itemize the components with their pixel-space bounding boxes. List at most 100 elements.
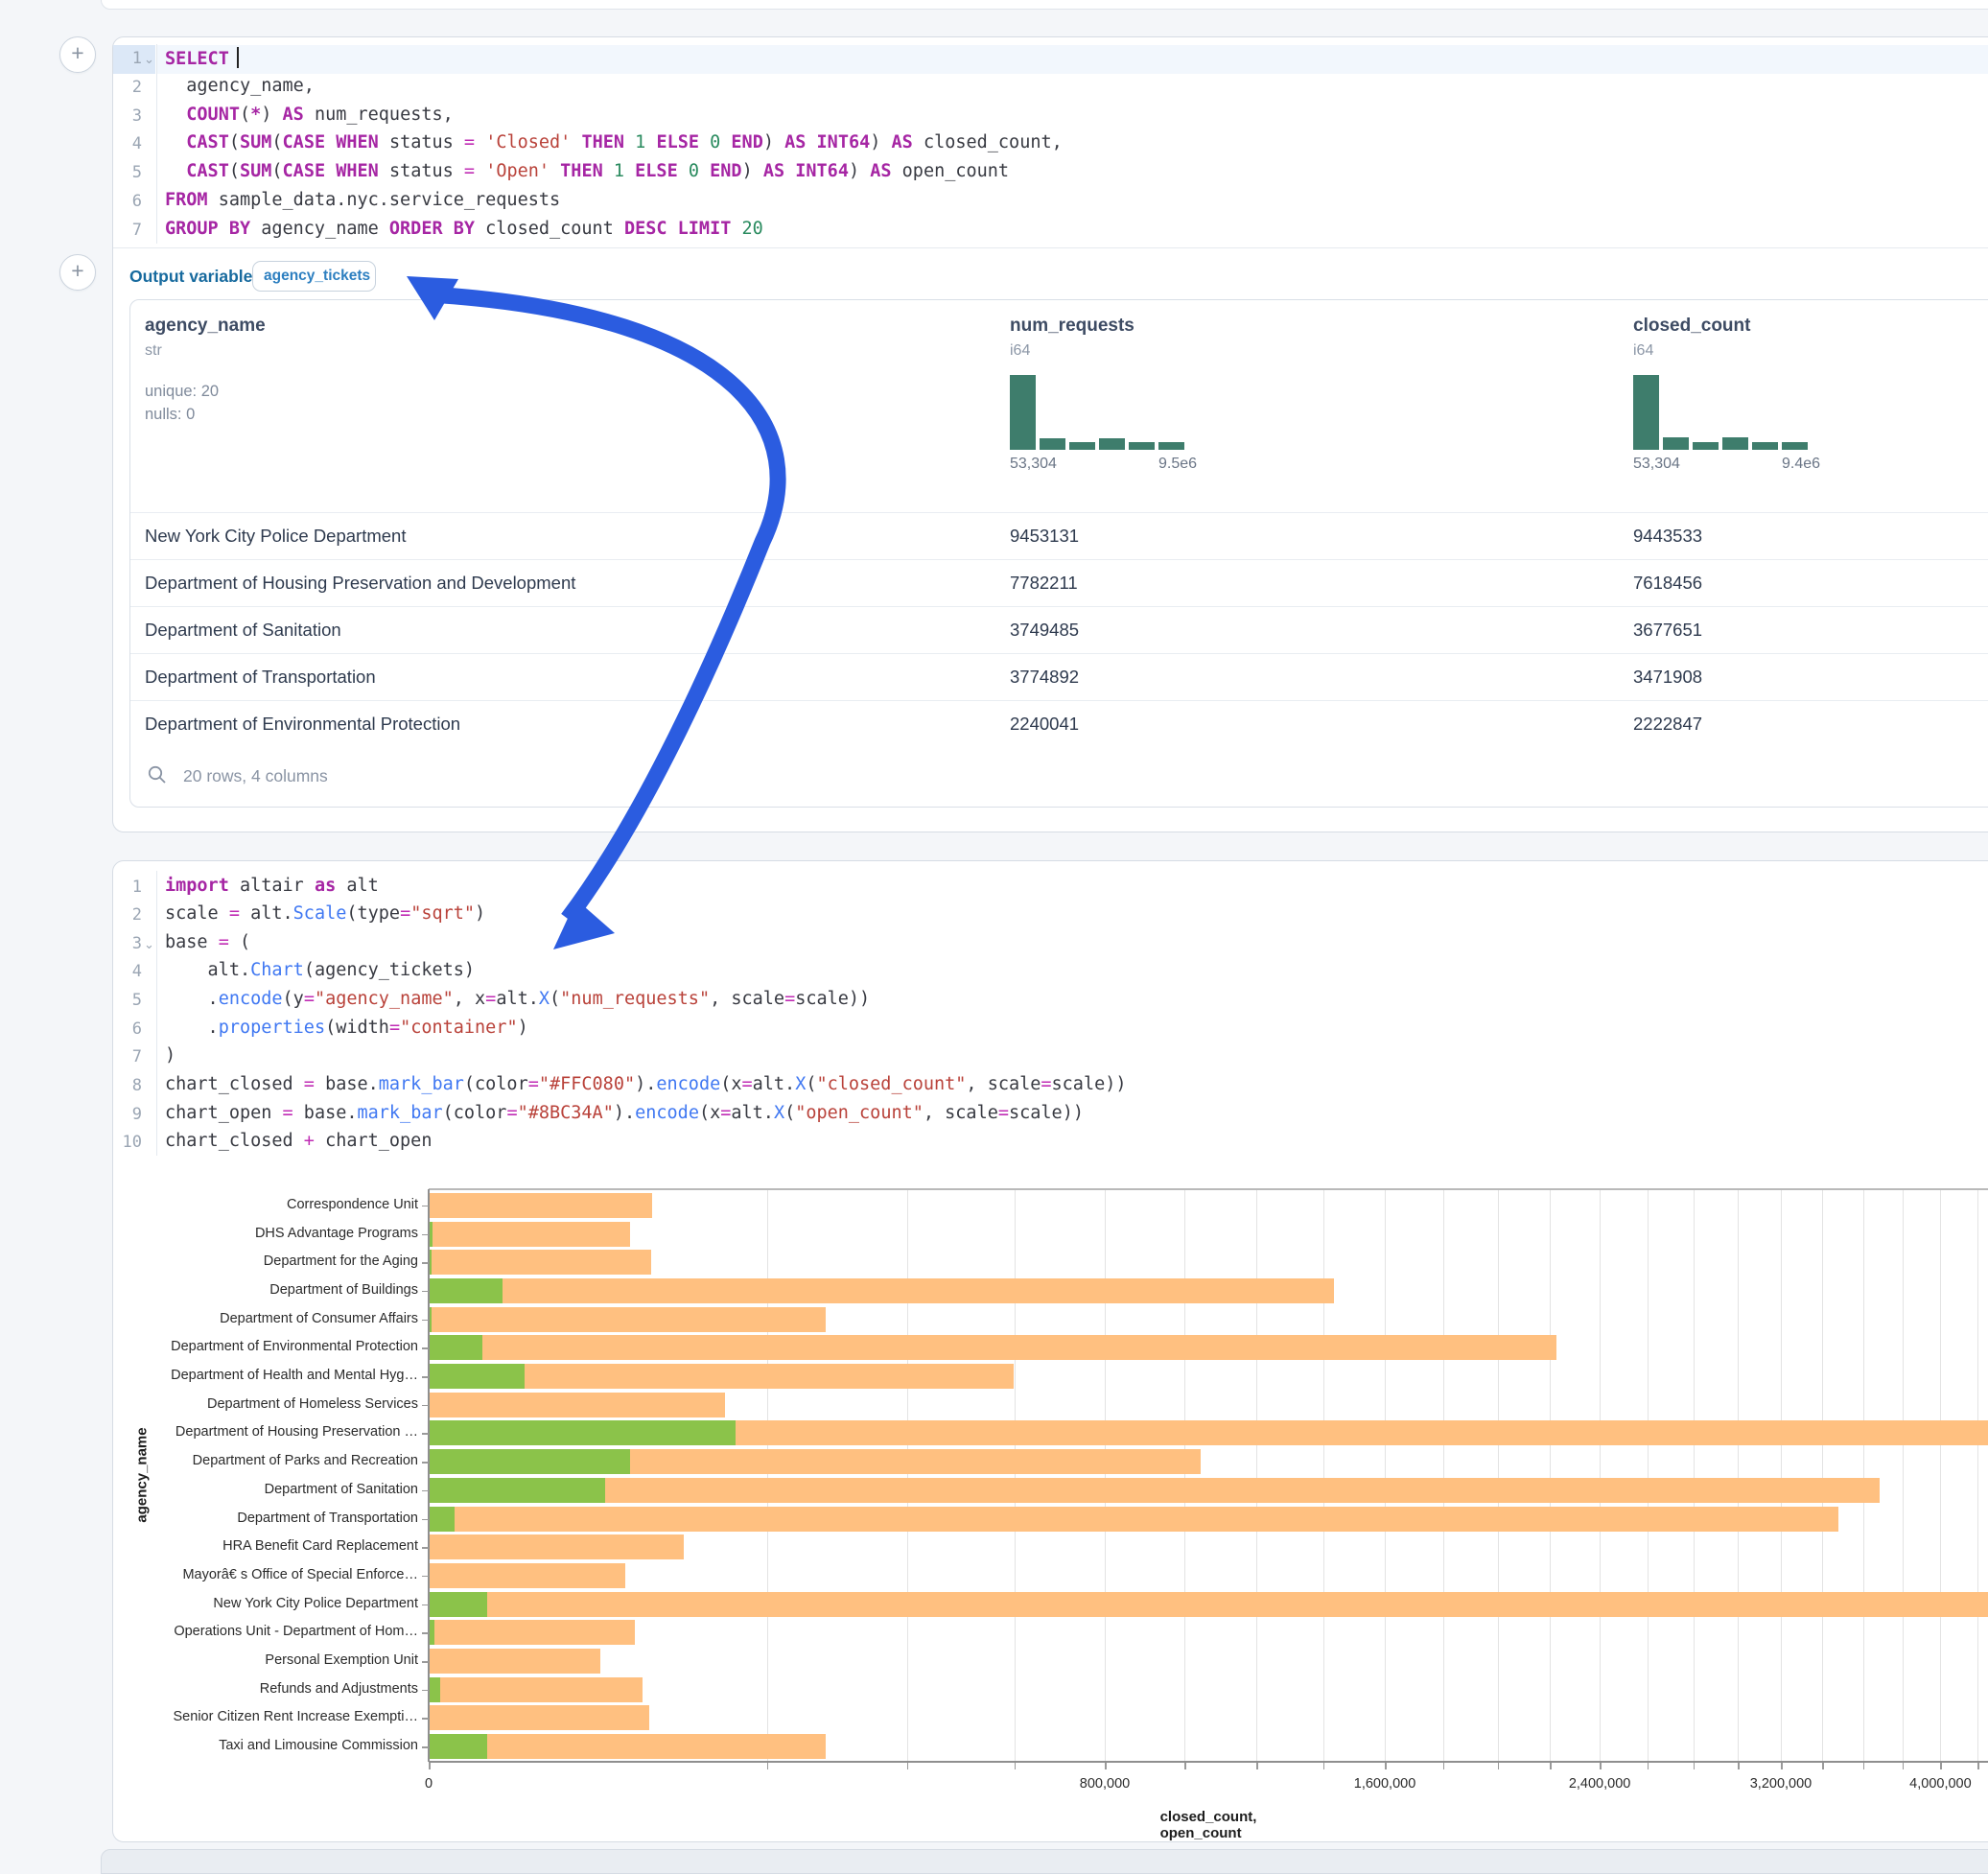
fold-chevron-icon[interactable]: ⌄ [144, 937, 154, 952]
y-axis-tick [422, 1433, 429, 1435]
y-axis-tick [422, 1234, 429, 1236]
code-line[interactable]: CAST(SUM(CASE WHEN status = 'Open' THEN … [165, 161, 1009, 181]
column-header-num-requests[interactable]: num_requests [1010, 316, 1134, 337]
table-row[interactable]: Department of Environmental Protection22… [130, 700, 1988, 748]
line-number: 3 [109, 934, 142, 953]
histogram-bar [1158, 442, 1184, 450]
fold-chevron-icon[interactable]: ⌄ [144, 52, 154, 67]
code-line[interactable]: scale = alt.Scale(type="sqrt") [165, 903, 485, 924]
x-axis-tick [1694, 1763, 1696, 1769]
add-cell-button[interactable]: + [59, 36, 96, 73]
column-type: i64 [1633, 342, 1653, 360]
x-axis-tick [1940, 1763, 1942, 1769]
x-axis-tick [1648, 1763, 1649, 1769]
table-row[interactable]: Department of Sanitation37494853677651 [130, 606, 1988, 654]
code-line[interactable]: FROM sample_data.nyc.service_requests [165, 190, 560, 210]
x-axis-tick [429, 1763, 431, 1769]
code-line[interactable]: chart_closed + chart_open [165, 1131, 432, 1151]
chart-bar-open_count [430, 1592, 487, 1617]
y-axis-label: Operations Unit - Department of Hom… [144, 1624, 418, 1639]
code-line[interactable]: SELECT [165, 47, 239, 69]
chart-bar-closed_count [430, 1478, 1880, 1503]
chart-bar-open_count [430, 1478, 605, 1503]
y-axis-tick [422, 1490, 429, 1492]
y-axis-label: Department of Health and Mental Hyg… [144, 1368, 418, 1383]
column-header-agency-name[interactable]: agency_name [145, 316, 266, 337]
y-axis-tick [422, 1547, 429, 1549]
code-line[interactable]: import altair as alt [165, 876, 379, 896]
y-axis-tick [422, 1462, 429, 1464]
y-axis-label: Taxi and Limousine Commission [144, 1738, 418, 1753]
y-axis-tick [422, 1405, 429, 1407]
table-row[interactable]: New York City Police Department945313194… [130, 512, 1988, 560]
chart-bar-open_count [430, 1620, 434, 1645]
code-line[interactable]: GROUP BY agency_name ORDER BY closed_cou… [165, 219, 763, 239]
y-axis-tick [422, 1206, 429, 1207]
y-axis-tick [422, 1746, 429, 1748]
x-axis-tick [1184, 1763, 1186, 1769]
table-row[interactable]: Department of Housing Preservation and D… [130, 559, 1988, 607]
gridline [1385, 1190, 1386, 1761]
add-cell-button[interactable]: + [59, 254, 96, 291]
chart-bar-open_count [430, 1278, 503, 1303]
chart-bar-closed_count [430, 1534, 684, 1559]
histogram-bar [1129, 442, 1155, 450]
table-cell: Department of Sanitation [145, 620, 341, 641]
gridline [1903, 1190, 1904, 1761]
column-type: i64 [1010, 342, 1030, 360]
x-axis-tick [1323, 1763, 1325, 1769]
x-axis-tick [1443, 1763, 1445, 1769]
chart-bar-closed_count [430, 1620, 635, 1645]
code-line[interactable]: agency_name, [165, 76, 315, 96]
y-axis-label: Department of Homeless Services [144, 1396, 418, 1412]
gridline [1015, 1190, 1016, 1761]
code-line[interactable]: alt.Chart(agency_tickets) [165, 960, 475, 980]
chart-bar-closed_count [430, 1393, 725, 1417]
code-line[interactable]: chart_open = base.mark_bar(color="#8BC34… [165, 1103, 1084, 1123]
code-line[interactable]: chart_closed = base.mark_bar(color="#FFC… [165, 1074, 1127, 1094]
x-axis-tick [767, 1763, 769, 1769]
histogram-bar [1010, 375, 1036, 450]
chart-bar-open_count [430, 1335, 482, 1360]
chart-bar-closed_count [430, 1193, 652, 1218]
search-icon[interactable] [147, 764, 168, 785]
column-histogram [1633, 375, 1825, 450]
x-axis-label: 2,400,000 [1569, 1776, 1631, 1792]
y-axis-label: Department of Parks and Recreation [144, 1453, 418, 1468]
gridline [907, 1190, 908, 1761]
code-line[interactable]: base = ( [165, 932, 250, 952]
chart-bar-closed_count [430, 1705, 649, 1730]
column-type: str [145, 342, 162, 360]
y-axis-label: Department of Environmental Protection [144, 1339, 418, 1354]
gridline [1694, 1190, 1695, 1761]
x-axis-tick [1015, 1763, 1017, 1769]
y-axis-label: HRA Benefit Card Replacement [144, 1538, 418, 1554]
gridline [1498, 1190, 1499, 1761]
chart-bar-open_count [430, 1677, 440, 1702]
column-header-closed-count[interactable]: closed_count [1633, 316, 1750, 337]
histogram-max-label: 9.5e6 [1158, 456, 1197, 473]
code-line[interactable]: .encode(y="agency_name", x=alt.X("num_re… [165, 989, 870, 1009]
code-line[interactable]: CAST(SUM(CASE WHEN status = 'Closed' THE… [165, 132, 1063, 152]
code-line[interactable]: .properties(width="container") [165, 1018, 528, 1038]
x-axis-tick [907, 1763, 909, 1769]
line-number: 5 [109, 163, 142, 182]
code-line[interactable]: ) [165, 1045, 175, 1066]
y-axis-tick [422, 1262, 429, 1264]
table-cell: 9443533 [1633, 526, 1702, 547]
y-axis-label: Senior Citizen Rent Increase Exempti… [144, 1709, 418, 1724]
x-axis-label: 4,000,000 [1909, 1776, 1972, 1792]
chart-bar-closed_count [430, 1592, 1988, 1617]
histogram-bar [1693, 442, 1719, 450]
chart-bar-open_count [430, 1734, 487, 1759]
code-line[interactable]: COUNT(*) AS num_requests, [165, 105, 454, 125]
y-axis-tick [422, 1347, 429, 1349]
output-variable-pill[interactable]: agency_tickets [252, 261, 376, 292]
x-axis-tick [1600, 1763, 1602, 1769]
chart-bar-closed_count [430, 1307, 826, 1332]
next-cell-collapsed[interactable] [101, 1849, 1988, 1874]
line-number: 5 [109, 991, 142, 1010]
table-row[interactable]: Department of Transportation377489234719… [130, 653, 1988, 701]
active-line-highlight [156, 45, 1988, 74]
gridline [1323, 1190, 1324, 1761]
